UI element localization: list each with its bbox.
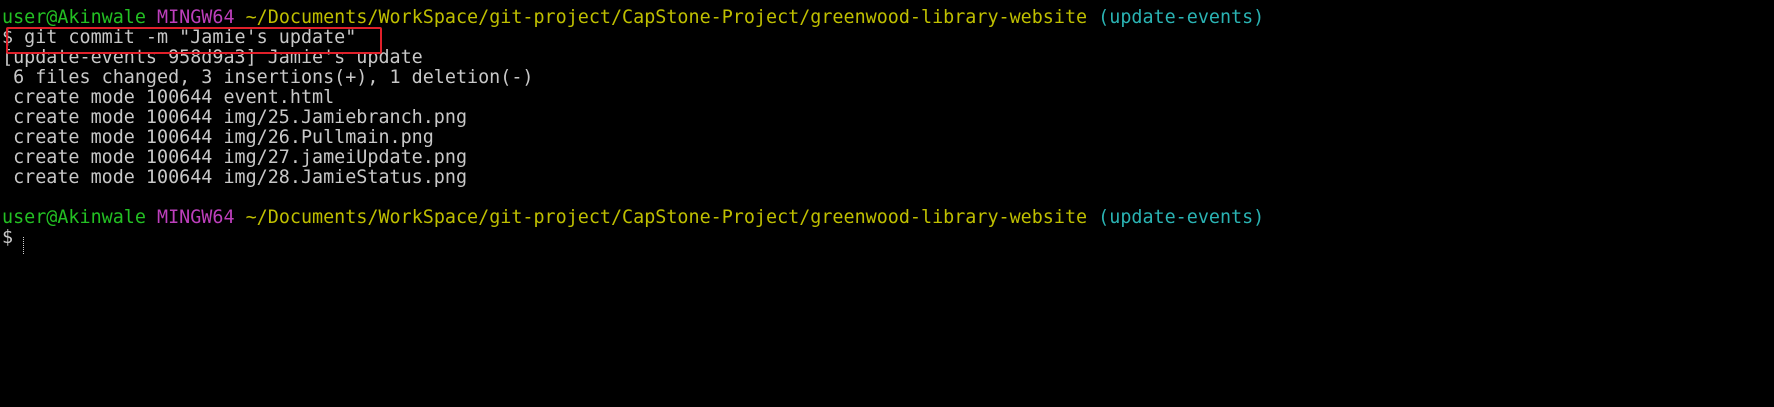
output-line: create mode 100644 img/26.Pullmain.png <box>2 127 434 148</box>
output-line: create mode 100644 img/25.Jamiebranch.pn… <box>2 107 468 128</box>
command-highlight-box <box>6 27 382 54</box>
prompt-user-host: user@Akinwale <box>2 7 146 28</box>
output-line: create mode 100644 img/27.jameiUpdate.pn… <box>2 147 468 168</box>
output-line: create mode 100644 img/28.JamieStatus.pn… <box>2 167 468 188</box>
prompt-branch: (update-events) <box>1098 207 1265 228</box>
text-cursor[interactable] <box>23 237 25 254</box>
prompt-line-2: user@Akinwale MINGW64 ~/Documents/WorkSp… <box>2 208 1264 228</box>
prompt-path: ~/Documents/WorkSpace/git-project/CapSto… <box>245 7 1088 28</box>
output-line: 6 files changed, 3 insertions(+), 1 dele… <box>2 67 534 88</box>
prompt-user-host: user@Akinwale <box>2 207 146 228</box>
terminal-window[interactable]: user@Akinwale MINGW64 ~/Documents/WorkSp… <box>0 0 1774 407</box>
prompt-branch: (update-events) <box>1098 7 1265 28</box>
output-line: create mode 100644 event.html <box>2 87 335 108</box>
prompt-line-1: user@Akinwale MINGW64 ~/Documents/WorkSp… <box>2 8 1264 28</box>
prompt-path: ~/Documents/WorkSpace/git-project/CapSto… <box>245 207 1088 228</box>
prompt-system: MINGW64 <box>157 7 235 28</box>
prompt-system: MINGW64 <box>157 207 235 228</box>
input-prompt-symbol: $ <box>2 227 14 248</box>
